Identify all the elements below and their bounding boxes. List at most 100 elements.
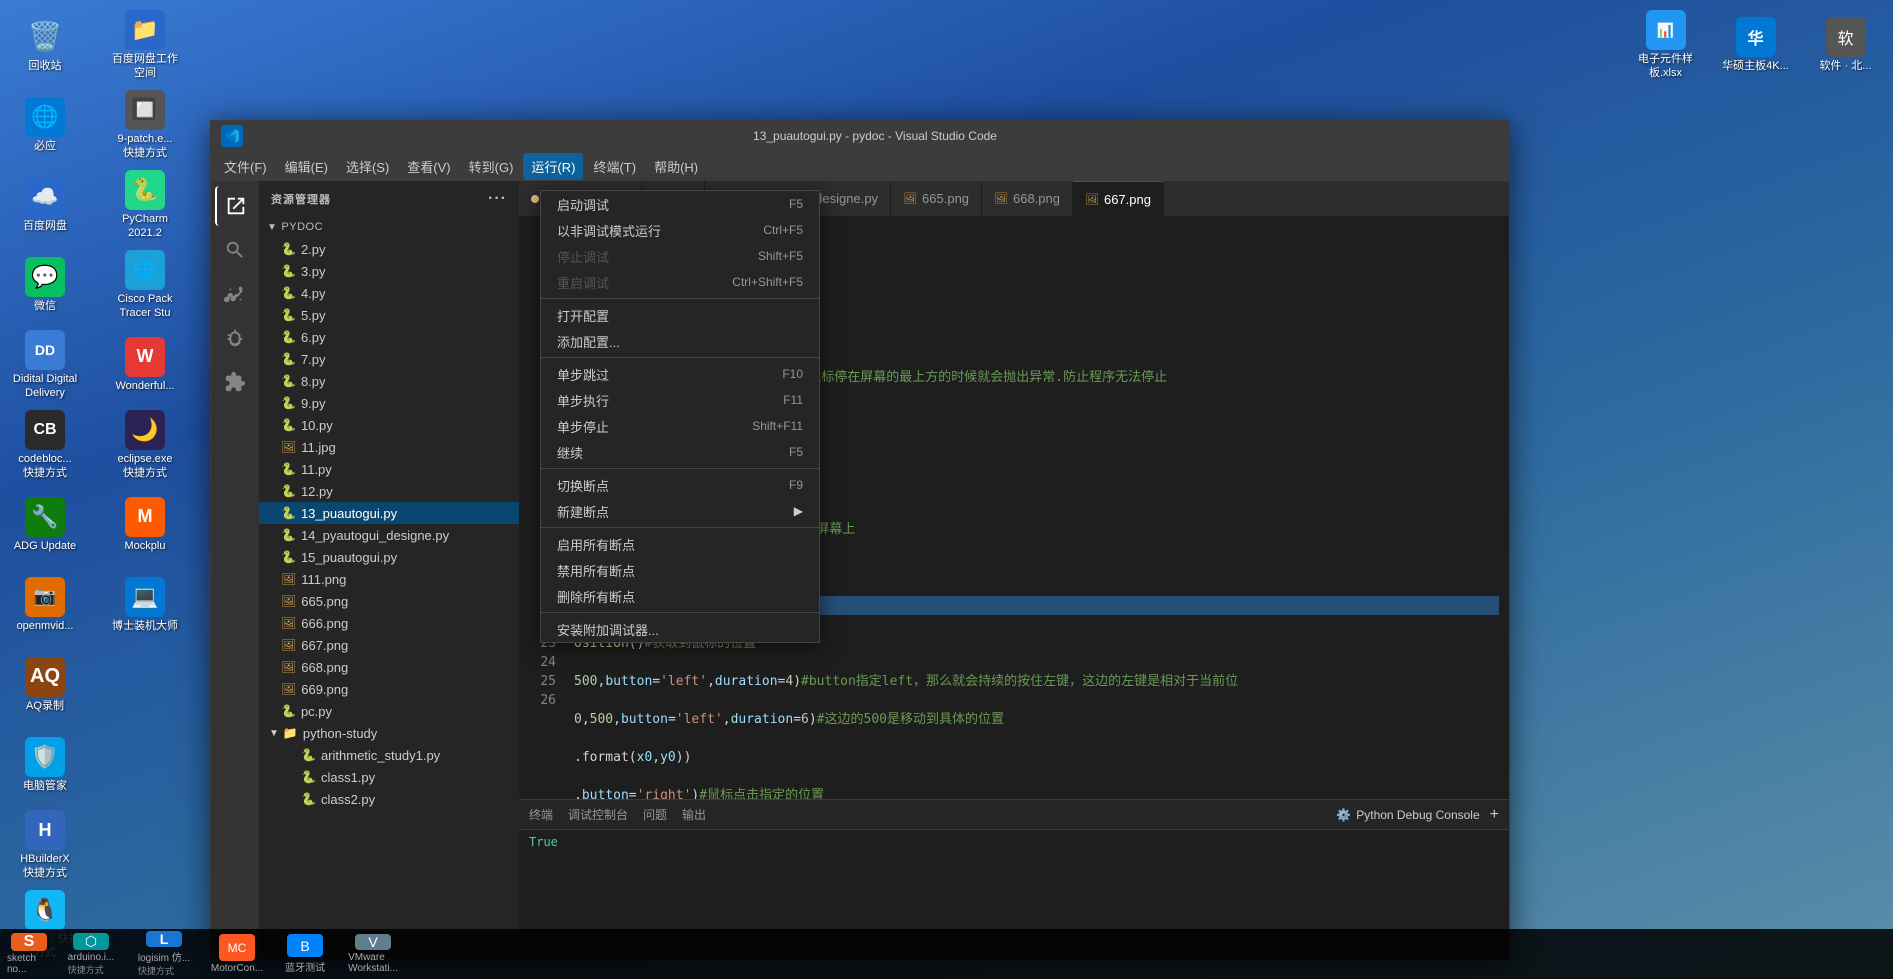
desktop-icon-update[interactable]: 🔧 ADG Update xyxy=(5,485,85,565)
desktop-icon-recycle[interactable]: 🗑️ 回收站 xyxy=(5,5,85,85)
py-file-icon: 🐍 xyxy=(301,792,316,806)
file-item-class2[interactable]: 🐍 class2.py xyxy=(269,788,519,810)
activity-explorer[interactable] xyxy=(215,186,255,226)
activity-debug[interactable] xyxy=(215,318,255,358)
file-item-15py[interactable]: 🐍 15_puautogui.py xyxy=(259,546,519,568)
file-item-6py[interactable]: 🐍 6.py xyxy=(259,326,519,348)
desktop-icon-install[interactable]: 💻 博士装机大师 xyxy=(105,565,185,645)
separator-1 xyxy=(541,298,819,299)
desktop-icon-eclipse[interactable]: 🌙 eclipse.exe快捷方式 xyxy=(105,405,185,485)
desktop-icon-mockplus[interactable]: M Mockplu xyxy=(105,485,185,565)
taskbar-item-arduino[interactable]: ⬡ arduino.i...快捷方式 xyxy=(56,932,126,976)
file-item-10py[interactable]: 🐍 10.py xyxy=(259,414,519,436)
png-file-icon: 🖼 xyxy=(281,616,296,630)
file-item-14py[interactable]: 🐍 14_pyautogui_designe.py xyxy=(259,524,519,546)
tab-modified-dot xyxy=(531,195,539,203)
taskbar-item-vmware[interactable]: V VMwareWorkstati... xyxy=(338,932,408,976)
menu-enable-all-breakpoints[interactable]: 启用所有断点 xyxy=(541,531,819,557)
desktop-icon-asus[interactable]: 华 华硕主板4K... xyxy=(1713,5,1798,85)
sidebar-more-button[interactable]: ··· xyxy=(488,190,507,208)
menu-view[interactable]: 查看(V) xyxy=(399,153,458,180)
desktop-icon-wechat[interactable]: 💬 微信 xyxy=(5,245,85,325)
desktop-icon-baidu[interactable]: ☁️ 百度网盘 xyxy=(5,165,85,245)
file-item-arithmetic[interactable]: 🐍 arithmetic_study1.py xyxy=(269,744,519,766)
file-item-667png[interactable]: 🖼 667.png xyxy=(259,634,519,656)
tab-665png[interactable]: 🖼 665.png xyxy=(891,181,982,216)
add-terminal-button[interactable]: + xyxy=(1490,806,1499,824)
terminal-tab-problems[interactable]: 问题 xyxy=(643,802,667,827)
menu-toggle-breakpoint[interactable]: 切换断点 F9 xyxy=(541,472,819,498)
file-item-8py[interactable]: 🐍 8.py xyxy=(259,370,519,392)
terminal-tab-terminal[interactable]: 终端 xyxy=(529,802,553,827)
file-item-3py[interactable]: 🐍 3.py xyxy=(259,260,519,282)
file-item-668png[interactable]: 🖼 668.png xyxy=(259,656,519,678)
file-item-2py[interactable]: 🐍 2.py xyxy=(259,238,519,260)
desktop-icon-components[interactable]: 📊 电子元件样板.xlsx xyxy=(1623,5,1708,85)
desktop-icon-software[interactable]: 软 软件 · 北... xyxy=(1803,5,1888,85)
menu-goto[interactable]: 转到(G) xyxy=(461,153,522,180)
file-item-13py[interactable]: 🐍 13_puautogui.py xyxy=(259,502,519,524)
desktop-icon-delivery[interactable]: DD Didital Digital Delivery xyxy=(5,325,85,405)
desktop-icon-baidudisk[interactable]: 📁 百度网盘工作空间 xyxy=(105,5,185,85)
desktop-icon-pcmgr[interactable]: 🛡️ 电脑管家 xyxy=(5,725,85,805)
menu-help[interactable]: 帮助(H) xyxy=(646,153,706,180)
taskbar-item-sketch[interactable]: S sketch no... xyxy=(5,932,53,976)
activity-extensions[interactable] xyxy=(215,362,255,402)
activity-git[interactable] xyxy=(215,274,255,314)
menu-select[interactable]: 选择(S) xyxy=(338,153,397,180)
menu-open-config[interactable]: 打开配置 xyxy=(541,302,819,328)
menu-run-without-debug[interactable]: 以非调试模式运行 Ctrl+F5 xyxy=(541,217,819,243)
menu-step-into[interactable]: 单步执行 F11 xyxy=(541,387,819,413)
desktop-icon-openmv[interactable]: 📷 openmvid... xyxy=(5,565,85,645)
folder-python-study[interactable]: ▼ 📁 python-study xyxy=(259,722,519,744)
file-item-666png[interactable]: 🖼 666.png xyxy=(259,612,519,634)
tab-667png[interactable]: 🖼 667.png xyxy=(1073,181,1164,216)
taskbar-item-bluetooth[interactable]: B 蓝牙测试 xyxy=(275,932,335,976)
desktop-icon-pycharm[interactable]: 🐍 PyCharm2021.2 xyxy=(105,165,185,245)
taskbar-item-logisim[interactable]: L logisim 仿...快捷方式 xyxy=(129,932,199,976)
terminal-tab-debug[interactable]: 调试控制台 xyxy=(568,802,628,827)
file-item-pcpy[interactable]: 🐍 pc.py xyxy=(259,700,519,722)
file-item-669png[interactable]: 🖼 669.png xyxy=(259,678,519,700)
image-icon: 🖼 xyxy=(903,192,917,205)
file-item-class1[interactable]: 🐍 class1.py xyxy=(269,766,519,788)
pydoc-section-header[interactable]: ▼ PYDOC xyxy=(259,216,519,238)
file-item-11py[interactable]: 🐍 11.py xyxy=(259,458,519,480)
desktop-icon-cisco[interactable]: 🌐 Cisco PackTracer Stu xyxy=(105,245,185,325)
menu-install-debugger[interactable]: 安装附加调试器... xyxy=(541,616,819,642)
desktop-icon-aq[interactable]: AQ AQ录制 xyxy=(5,645,85,725)
file-item-665png[interactable]: 🖼 665.png xyxy=(259,590,519,612)
menu-add-config[interactable]: 添加配置... xyxy=(541,328,819,354)
file-item-5py[interactable]: 🐍 5.py xyxy=(259,304,519,326)
file-item-9py[interactable]: 🐍 9.py xyxy=(259,392,519,414)
menu-disable-all-breakpoints[interactable]: 禁用所有断点 xyxy=(541,557,819,583)
desktop-icon-codeblocks[interactable]: CB codebloc...快捷方式 xyxy=(5,405,85,485)
activity-search[interactable] xyxy=(215,230,255,270)
menu-start-debug[interactable]: 启动调试 F5 xyxy=(541,191,819,217)
menu-file[interactable]: 文件(F) xyxy=(216,153,275,180)
tab-668png[interactable]: 🖼 668.png xyxy=(982,181,1073,216)
menu-edit[interactable]: 编辑(E) xyxy=(277,153,336,180)
desktop-icon-bing[interactable]: 🌐 必应 xyxy=(5,85,85,165)
menu-terminal[interactable]: 终端(T) xyxy=(585,153,644,180)
file-item-12py[interactable]: 🐍 12.py xyxy=(259,480,519,502)
terminal-tab-output[interactable]: 输出 xyxy=(682,802,706,827)
file-item-4py[interactable]: 🐍 4.py xyxy=(259,282,519,304)
file-item-11jpg[interactable]: 🖼 11.jpg xyxy=(259,436,519,458)
menu-delete-all-breakpoints[interactable]: 删除所有断点 xyxy=(541,583,819,609)
file-item-7py[interactable]: 🐍 7.py xyxy=(259,348,519,370)
desktop-icon-9patch[interactable]: 🔲 9-patch.e...快捷方式 xyxy=(105,85,185,165)
menu-step-out[interactable]: 单步停止 Shift+F11 xyxy=(541,413,819,439)
file-item-111png[interactable]: 🖼 111.png xyxy=(259,568,519,590)
explorer-section: ▼ PYDOC 🐍 2.py 🐍 3.py 🐍 4.py xyxy=(259,216,519,959)
desktop-icon-wondershare[interactable]: W Wonderful... xyxy=(105,325,185,405)
python-debug-button[interactable]: ⚙️ Python Debug Console xyxy=(1336,808,1479,822)
menu-new-breakpoint[interactable]: 新建断点 ▶ xyxy=(541,498,819,524)
desktop-icons-left: 🗑️ 回收站 🌐 必应 ☁️ 百度网盘 💬 微信 DD Didital Digi… xyxy=(0,0,210,979)
menu-continue[interactable]: 继续 F5 xyxy=(541,439,819,465)
menu-run[interactable]: 运行(R) xyxy=(523,153,583,180)
py-file-icon: 🐍 xyxy=(281,242,296,256)
desktop-icon-hbuilder[interactable]: H HBuilderX快捷方式 xyxy=(5,805,85,885)
menu-step-over[interactable]: 单步跳过 F10 xyxy=(541,361,819,387)
taskbar-item-motorcon[interactable]: MC MotorCon... xyxy=(202,932,272,976)
